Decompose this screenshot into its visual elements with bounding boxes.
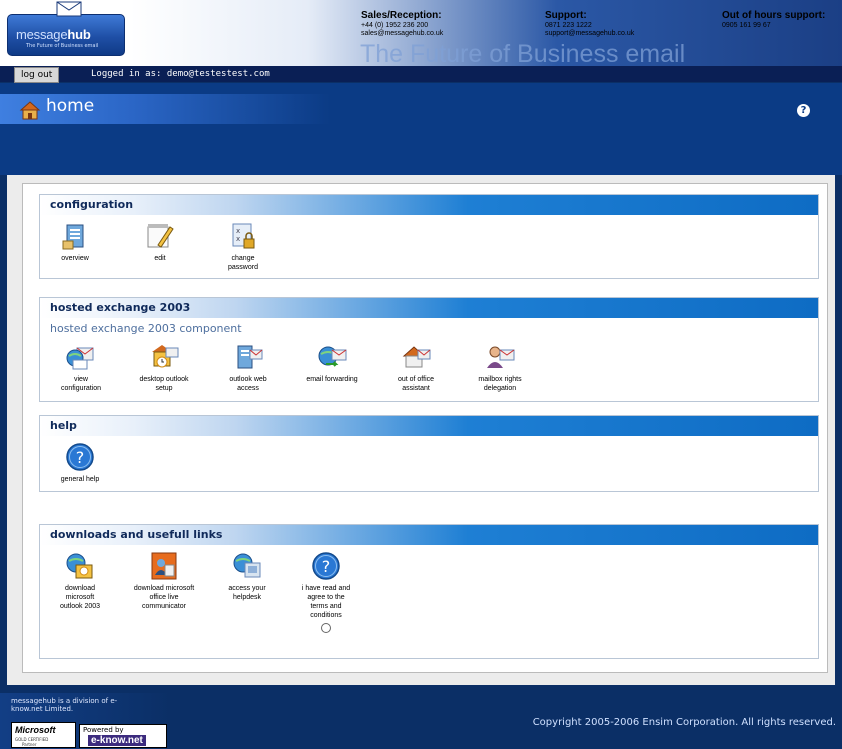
- mailbox-rights-delegation-icon: [487, 346, 515, 368]
- logged-in-text: Logged in as: demo@testestest.com: [91, 69, 270, 79]
- overview-icon: [62, 224, 84, 250]
- header-tagline: The Future of Business email: [360, 40, 686, 68]
- help-icon[interactable]: ?: [797, 104, 810, 117]
- out-of-office-assistant-label: out of office assistant: [397, 376, 435, 392]
- e-know-net-logo: e-know.net: [88, 735, 146, 746]
- download-outlook-link[interactable]: download microsoft outlook 2003: [45, 551, 115, 611]
- support-phone: 0871 223 1222: [545, 22, 592, 29]
- access-helpdesk-link[interactable]: access your helpdesk: [212, 551, 282, 602]
- mailbox-rights-delegation-link[interactable]: mailbox rights delegation: [465, 342, 535, 393]
- general-help-label: general help: [60, 476, 100, 483]
- view-configuration-icon: [66, 347, 94, 370]
- general-help-link[interactable]: ? general help: [45, 442, 115, 484]
- question-icon: ?: [66, 443, 94, 471]
- sales-phone: +44 (0) 1952 236 200: [361, 22, 429, 29]
- svg-text:x: x: [236, 235, 240, 243]
- copyright-text: Copyright 2005-2006 Ensim Corporation. A…: [532, 717, 836, 728]
- question-icon: ?: [312, 552, 340, 580]
- access-helpdesk-label: access your helpdesk: [228, 585, 266, 601]
- desktop-outlook-setup-link[interactable]: desktop outlook setup: [129, 342, 199, 393]
- microsoft-brand: Microsoft: [15, 725, 56, 735]
- logo-text-light: message: [16, 27, 68, 42]
- hosted-exchange-header: hosted exchange 2003: [40, 298, 818, 318]
- configuration-header: configuration: [40, 195, 818, 215]
- download-live-communicator-link[interactable]: download microsoft office live communica…: [129, 551, 199, 611]
- home-icon: [19, 101, 41, 120]
- desktop-outlook-setup-icon: [152, 345, 179, 368]
- help-section: help ? general help: [39, 415, 819, 492]
- edit-icon: [147, 224, 174, 248]
- terms-and-conditions-label: i have read and agree to the terms and c…: [301, 585, 351, 619]
- edit-link[interactable]: edit: [125, 221, 195, 263]
- desktop-outlook-setup-label: desktop outlook setup: [139, 376, 189, 392]
- partner-text: Partner: [22, 742, 37, 747]
- envelope-icon: [56, 1, 82, 17]
- configuration-section: configuration overview edit xx change pa…: [39, 194, 819, 279]
- oohs-phone: 0905 161 99 67: [722, 22, 771, 29]
- svg-text:?: ?: [322, 557, 331, 576]
- outlook-web-access-link[interactable]: outlook web access: [213, 342, 283, 393]
- mailbox-rights-delegation-label: mailbox rights delegation: [478, 376, 522, 392]
- logout-button[interactable]: log out: [14, 67, 60, 83]
- support-email[interactable]: support@messagehub.co.uk: [545, 30, 634, 38]
- logo-tagline: The Future of Business email: [26, 43, 99, 49]
- division-text: messagehub is a division of e-know.net L…: [11, 697, 118, 713]
- email-forwarding-link[interactable]: email forwarding: [297, 342, 367, 384]
- hosted-exchange-subtitle: hosted exchange 2003 component: [50, 322, 242, 335]
- view-configuration-label: view configuration: [60, 376, 102, 392]
- sales-title: Sales/Reception:: [361, 10, 442, 21]
- downloads-section: downloads and usefull links download mic…: [39, 524, 819, 659]
- hosted-exchange-section: hosted exchange 2003 hosted exchange 200…: [39, 297, 819, 402]
- change-password-link[interactable]: xx change password: [208, 221, 278, 272]
- out-of-office-icon: [402, 346, 431, 368]
- powered-by-text: Powered by: [83, 726, 124, 734]
- sales-contact: Sales/Reception: +44 (0) 1952 236 200 sa…: [361, 10, 443, 38]
- support-title: Support:: [545, 10, 587, 21]
- sales-email[interactable]: sales@messagehub.co.uk: [361, 30, 443, 38]
- out-of-office-assistant-link[interactable]: out of office assistant: [381, 342, 451, 393]
- terms-and-conditions-link[interactable]: ? i have read and agree to the terms and…: [291, 551, 361, 633]
- microsoft-partner-badge: Microsoft GOLD CERTIFIED Partner: [11, 722, 76, 748]
- view-configuration-link[interactable]: view configuration: [46, 342, 116, 393]
- terms-radio[interactable]: [321, 623, 331, 633]
- email-forwarding-label: email forwarding: [306, 376, 358, 383]
- help-header: help: [40, 416, 818, 436]
- live-communicator-icon: [151, 552, 177, 580]
- overview-label: overview: [61, 255, 89, 262]
- messagehub-logo[interactable]: messagehub The Future of Business email: [7, 1, 125, 56]
- logo-text-bold: hub: [67, 27, 91, 42]
- download-outlook-icon: [66, 553, 93, 579]
- helpdesk-icon: [233, 553, 261, 578]
- oohs-title: Out of hours support:: [722, 10, 826, 21]
- download-outlook-label: download microsoft outlook 2003: [59, 585, 101, 610]
- email-forwarding-icon: [318, 346, 347, 367]
- support-contact: Support: 0871 223 1222 support@messagehu…: [545, 10, 634, 38]
- outlook-web-access-icon: [237, 345, 263, 369]
- svg-text:?: ?: [76, 448, 85, 467]
- change-password-label: change password: [228, 255, 258, 271]
- lock-icon: xx: [232, 223, 255, 249]
- page-title: home: [46, 96, 95, 116]
- out-of-hours-contact: Out of hours support: 0905 161 99 67: [722, 10, 826, 30]
- edit-label: edit: [154, 255, 166, 262]
- downloads-header: downloads and usefull links: [40, 525, 818, 545]
- svg-text:x: x: [236, 227, 240, 235]
- overview-link[interactable]: overview: [40, 221, 110, 263]
- powered-by-badge[interactable]: Powered by e-know.net: [79, 724, 167, 748]
- download-live-communicator-label: download microsoft office live communica…: [133, 585, 195, 610]
- outlook-web-access-label: outlook web access: [229, 376, 267, 392]
